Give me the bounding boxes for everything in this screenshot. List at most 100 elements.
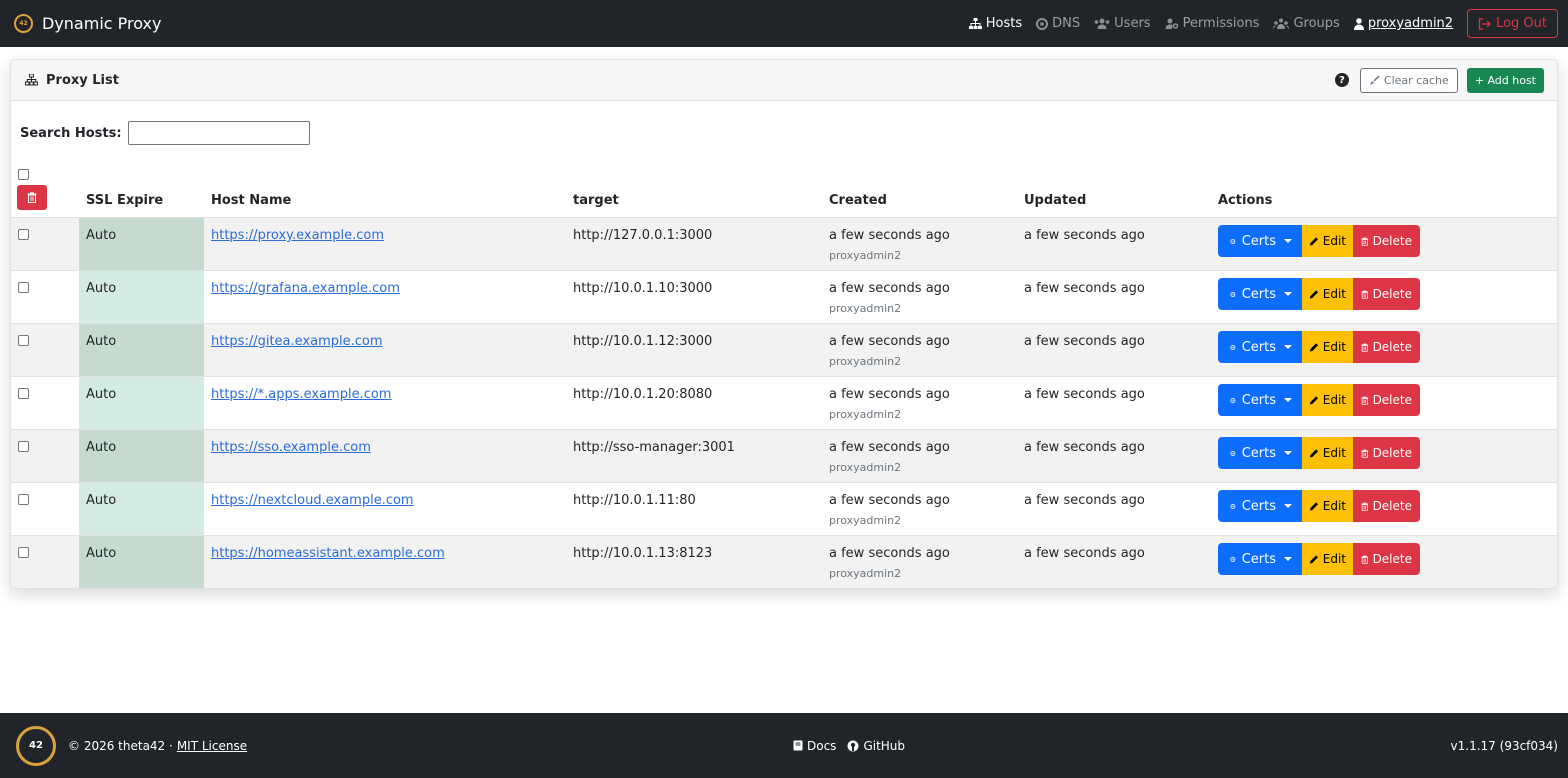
pencil-icon <box>1309 554 1319 563</box>
host-name-link[interactable]: https://gitea.example.com <box>211 334 383 349</box>
nav-users[interactable]: Users <box>1094 16 1151 31</box>
row-checkbox[interactable] <box>18 229 29 240</box>
edit-button[interactable]: Edit <box>1302 490 1353 522</box>
docs-link[interactable]: Docs <box>793 739 836 753</box>
certs-label: Certs <box>1241 392 1276 408</box>
edit-label: Edit <box>1322 234 1346 248</box>
header-updated[interactable]: Updated <box>1024 193 1086 208</box>
nav-username: proxyadmin2 <box>1367 16 1454 31</box>
row-checkbox[interactable] <box>18 441 29 452</box>
edit-button[interactable]: Edit <box>1302 225 1353 257</box>
nav-menu: Hosts DNS Users Permissions Groups proxy… <box>955 9 1558 38</box>
logout-button[interactable]: Log Out <box>1467 9 1558 38</box>
mit-license-link[interactable]: MIT License <box>177 739 247 753</box>
clear-cache-label: Clear cache <box>1383 73 1449 87</box>
row-checkbox[interactable] <box>18 335 29 346</box>
help-icon[interactable]: ? <box>1334 73 1349 87</box>
delete-button[interactable]: Delete <box>1353 331 1420 363</box>
target-cell: http://10.0.1.10:3000 <box>573 281 713 296</box>
delete-button[interactable]: Delete <box>1353 543 1420 575</box>
certs-dropdown-button[interactable]: Certs <box>1218 384 1302 416</box>
trash-icon <box>1361 502 1369 511</box>
pencil-icon <box>1309 395 1319 404</box>
trash-icon <box>1361 396 1369 405</box>
header-target[interactable]: target <box>573 193 619 208</box>
chevron-down-icon <box>1284 239 1292 243</box>
trash-icon <box>1361 555 1369 564</box>
brand-title: Dynamic Proxy <box>42 14 162 33</box>
delete-button[interactable]: Delete <box>1353 384 1420 416</box>
host-name-link[interactable]: https://homeassistant.example.com <box>211 546 445 561</box>
host-name-link[interactable]: https://proxy.example.com <box>211 228 384 243</box>
pencil-icon <box>1309 501 1319 510</box>
certs-dropdown-button[interactable]: Certs <box>1218 490 1302 522</box>
edit-button[interactable]: Edit <box>1302 543 1353 575</box>
row-checkbox[interactable] <box>18 282 29 293</box>
edit-button[interactable]: Edit <box>1302 437 1353 469</box>
brand[interactable]: 42 Dynamic Proxy <box>14 14 161 33</box>
updated-cell: a few seconds ago <box>1024 281 1145 296</box>
nav-users-label: Users <box>1114 16 1151 31</box>
nav-dns-label: DNS <box>1052 16 1081 31</box>
nav-hosts[interactable]: Hosts <box>968 16 1023 31</box>
nav-permissions[interactable]: Permissions <box>1165 16 1259 31</box>
row-checkbox[interactable] <box>18 388 29 399</box>
ssl-expire-cell: Auto <box>79 324 204 376</box>
nav-hosts-label: Hosts <box>985 16 1023 31</box>
row-actions: Certs Edit Delete <box>1218 437 1420 469</box>
delete-button[interactable]: Delete <box>1353 490 1420 522</box>
header-created[interactable]: Created <box>829 193 887 208</box>
pencil-icon <box>1309 289 1319 298</box>
target-cell: http://127.0.0.1:3000 <box>573 228 713 243</box>
row-checkbox[interactable] <box>18 547 29 558</box>
certs-label: Certs <box>1241 233 1276 249</box>
edit-button[interactable]: Edit <box>1302 331 1353 363</box>
clear-cache-button[interactable]: Clear cache <box>1359 67 1458 93</box>
row-actions: Certs Edit Delete <box>1218 384 1420 416</box>
github-label: GitHub <box>863 738 906 753</box>
nav-dns[interactable]: DNS <box>1036 16 1080 31</box>
certs-dropdown-button[interactable]: Certs <box>1218 278 1302 310</box>
certs-dropdown-button[interactable]: Certs <box>1218 225 1302 257</box>
nav-user-profile[interactable]: proxyadmin2 <box>1353 16 1454 31</box>
edit-button[interactable]: Edit <box>1302 278 1353 310</box>
header-host-name[interactable]: Host Name <box>211 193 291 208</box>
chevron-down-icon <box>1284 504 1292 508</box>
dns-icon <box>1036 17 1049 30</box>
bulk-delete-button[interactable] <box>17 185 47 210</box>
edit-label: Edit <box>1322 340 1346 354</box>
search-hosts-input[interactable] <box>127 121 310 145</box>
created-cell: a few seconds ago <box>829 440 950 455</box>
table-row: Auto https://proxy.example.com http://127.… <box>11 217 1557 270</box>
row-checkbox[interactable] <box>18 494 29 505</box>
host-name-link[interactable]: https://nextcloud.example.com <box>211 493 414 508</box>
table-row: Auto https://sso.example.com http://sso-ma… <box>11 429 1557 482</box>
host-name-link[interactable]: https://grafana.example.com <box>211 281 400 296</box>
delete-button[interactable]: Delete <box>1353 437 1420 469</box>
proxy-list-card: Proxy List ? Clear cache + Add host Sear… <box>10 59 1558 589</box>
theta42-logo-icon[interactable]: 42 <box>16 725 56 766</box>
certs-dropdown-button[interactable]: Certs <box>1218 437 1302 469</box>
edit-button[interactable]: Edit <box>1302 384 1353 416</box>
chevron-down-icon <box>1284 345 1292 349</box>
delete-label: Delete <box>1372 287 1412 301</box>
certs-label: Certs <box>1241 286 1276 302</box>
nav-groups[interactable]: Groups <box>1273 16 1340 31</box>
select-all-checkbox[interactable] <box>18 169 29 180</box>
table-row: Auto https://*.apps.example.com http://10.… <box>11 376 1557 429</box>
add-host-button[interactable]: + Add host <box>1466 67 1544 93</box>
header-ssl-expire[interactable]: SSL Expire <box>86 193 163 208</box>
certs-dropdown-button[interactable]: Certs <box>1218 543 1302 575</box>
host-name-link[interactable]: https://*.apps.example.com <box>211 387 391 402</box>
delete-label: Delete <box>1372 340 1412 354</box>
table-row: Auto https://grafana.example.com http://10… <box>11 270 1557 323</box>
delete-button[interactable]: Delete <box>1353 225 1420 257</box>
book-icon <box>793 740 803 751</box>
certs-dropdown-button[interactable]: Certs <box>1218 331 1302 363</box>
row-actions: Certs Edit Delete <box>1218 278 1420 310</box>
delete-button[interactable]: Delete <box>1353 278 1420 310</box>
created-by-cell: proxyadmin2 <box>829 461 902 474</box>
host-name-link[interactable]: https://sso.example.com <box>211 440 371 455</box>
trash-icon <box>1361 237 1369 246</box>
github-link[interactable]: GitHub <box>847 739 905 753</box>
